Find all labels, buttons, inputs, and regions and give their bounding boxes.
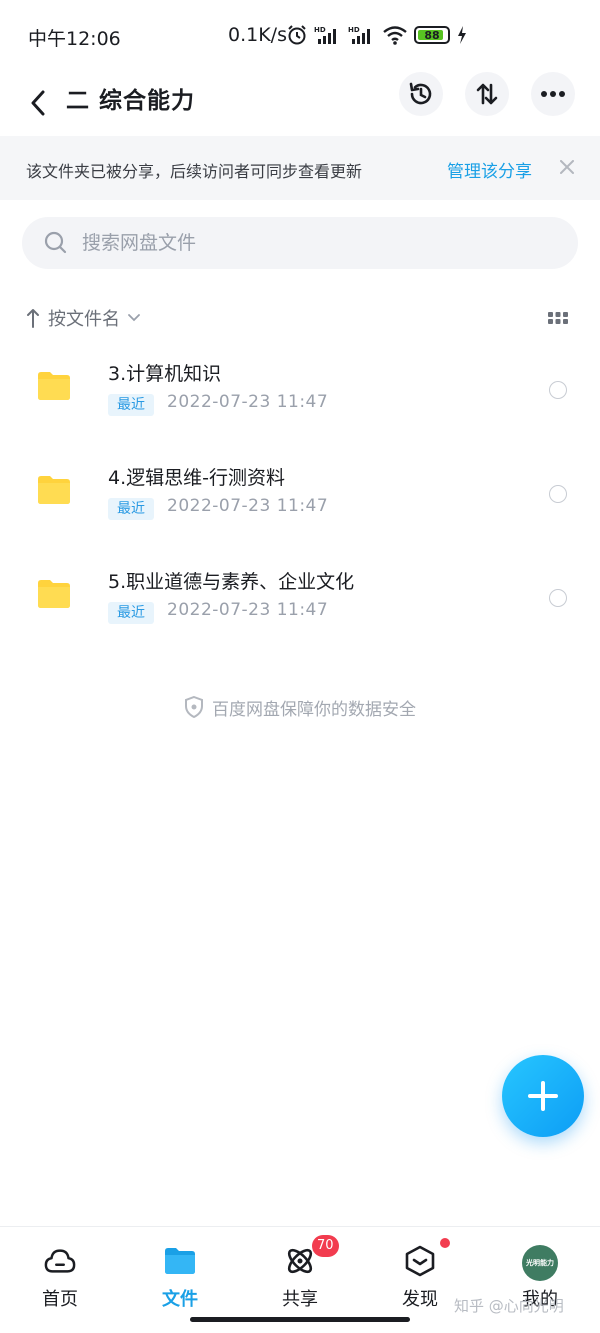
search-icon [44, 231, 67, 254]
signal-hd-icon-2: HD [348, 26, 370, 44]
sort-arrows-icon [476, 83, 498, 105]
chevron-down-icon [128, 314, 140, 322]
plus-icon [528, 1081, 558, 1111]
recent-badge: 最近 [108, 602, 154, 624]
share-count-badge: 70 [312, 1235, 339, 1257]
battery-level: 88 [424, 28, 440, 42]
folder-icon [38, 372, 70, 400]
file-row[interactable]: 4.逻辑思维-行测资料 最近 2022-07-23 11:47 [0, 448, 600, 552]
folder-tab-icon [164, 1245, 196, 1277]
nav-home-label: 首页 [42, 1289, 78, 1310]
chevron-left-icon [31, 90, 45, 116]
close-banner-button[interactable] [556, 154, 578, 180]
share-banner: 该文件夹已被分享，后续访问者可同步查看更新 管理该分享 [0, 136, 600, 200]
select-checkbox[interactable] [549, 589, 567, 607]
history-button[interactable] [399, 72, 443, 116]
nav-share[interactable]: 70 共享 [260, 1235, 340, 1315]
share-message: 该文件夹已被分享，后续访问者可同步查看更新 [26, 162, 363, 181]
alarm-icon [288, 25, 306, 45]
wifi-icon [383, 26, 407, 45]
nav-discover-label: 发现 [402, 1289, 438, 1310]
svg-text:HD: HD [314, 26, 326, 34]
select-checkbox[interactable] [549, 381, 567, 399]
top-bar: 二 综合能力 [0, 70, 600, 136]
nav-files-label: 文件 [162, 1289, 198, 1310]
add-button[interactable] [502, 1055, 584, 1137]
notification-dot [440, 1238, 450, 1248]
file-row[interactable]: 5.职业道德与素养、企业文化 最近 2022-07-23 11:47 [0, 552, 600, 656]
file-date: 2022-07-23 11:47 [167, 392, 329, 412]
box-icon [404, 1245, 436, 1277]
select-checkbox[interactable] [549, 485, 567, 503]
folder-icon [38, 580, 70, 608]
status-time: 中午12:06 [28, 28, 121, 50]
security-note: 百度网盘保障你的数据安全 [0, 694, 600, 720]
history-icon [409, 82, 432, 105]
home-indicator[interactable] [190, 1317, 410, 1322]
arrow-up-icon [27, 309, 39, 328]
security-text: 百度网盘保障你的数据安全 [212, 699, 416, 720]
transfer-button[interactable] [465, 72, 509, 116]
nav-discover[interactable]: 发现 [380, 1238, 460, 1315]
avatar-text: 光明能力 [526, 1259, 554, 1267]
file-name: 5.职业道德与素养、企业文化 [108, 571, 355, 593]
close-icon [560, 160, 574, 174]
search-bar[interactable] [22, 217, 578, 269]
grid-view-icon[interactable] [546, 309, 570, 327]
recent-badge: 最近 [108, 498, 154, 520]
page-title: 二 综合能力 [66, 88, 196, 114]
back-button[interactable] [20, 80, 56, 126]
file-row[interactable]: 3.计算机知识 最近 2022-07-23 11:47 [0, 344, 600, 448]
folder-icon [38, 476, 70, 504]
more-button[interactable] [531, 72, 575, 116]
sort-label: 按文件名 [48, 309, 120, 330]
sort-button[interactable]: 按文件名 [26, 302, 140, 334]
atom-icon [284, 1245, 316, 1277]
watermark: 知乎 @心向光明 [454, 1297, 564, 1315]
nav-files[interactable]: 文件 [140, 1245, 220, 1315]
search-input[interactable] [82, 217, 552, 269]
shield-icon [185, 696, 203, 718]
file-name: 3.计算机知识 [108, 363, 222, 385]
network-speed: 0.1K/s [228, 24, 287, 46]
charging-icon [458, 26, 466, 44]
manage-share-link[interactable]: 管理该分享 [447, 157, 532, 182]
more-icon [541, 91, 565, 97]
page: 中午12:06 0.1K/s HD HD 88 二 综合能力 该文件夹已被分享，… [0, 0, 600, 1333]
status-bar: 中午12:06 0.1K/s HD HD 88 [0, 0, 600, 70]
svg-text:HD: HD [348, 26, 360, 34]
cloud-icon [44, 1245, 76, 1277]
recent-badge: 最近 [108, 394, 154, 416]
file-date: 2022-07-23 11:47 [167, 496, 329, 516]
avatar: 光明能力 [522, 1245, 558, 1281]
status-icons: HD HD 88 [286, 22, 468, 48]
battery-icon: 88 [414, 26, 450, 44]
file-name: 4.逻辑思维-行测资料 [108, 467, 285, 489]
nav-share-label: 共享 [282, 1289, 318, 1310]
file-date: 2022-07-23 11:47 [167, 600, 329, 620]
nav-home[interactable]: 首页 [20, 1245, 100, 1315]
signal-hd-icon: HD [314, 26, 336, 44]
sort-row: 按文件名 [0, 300, 600, 336]
